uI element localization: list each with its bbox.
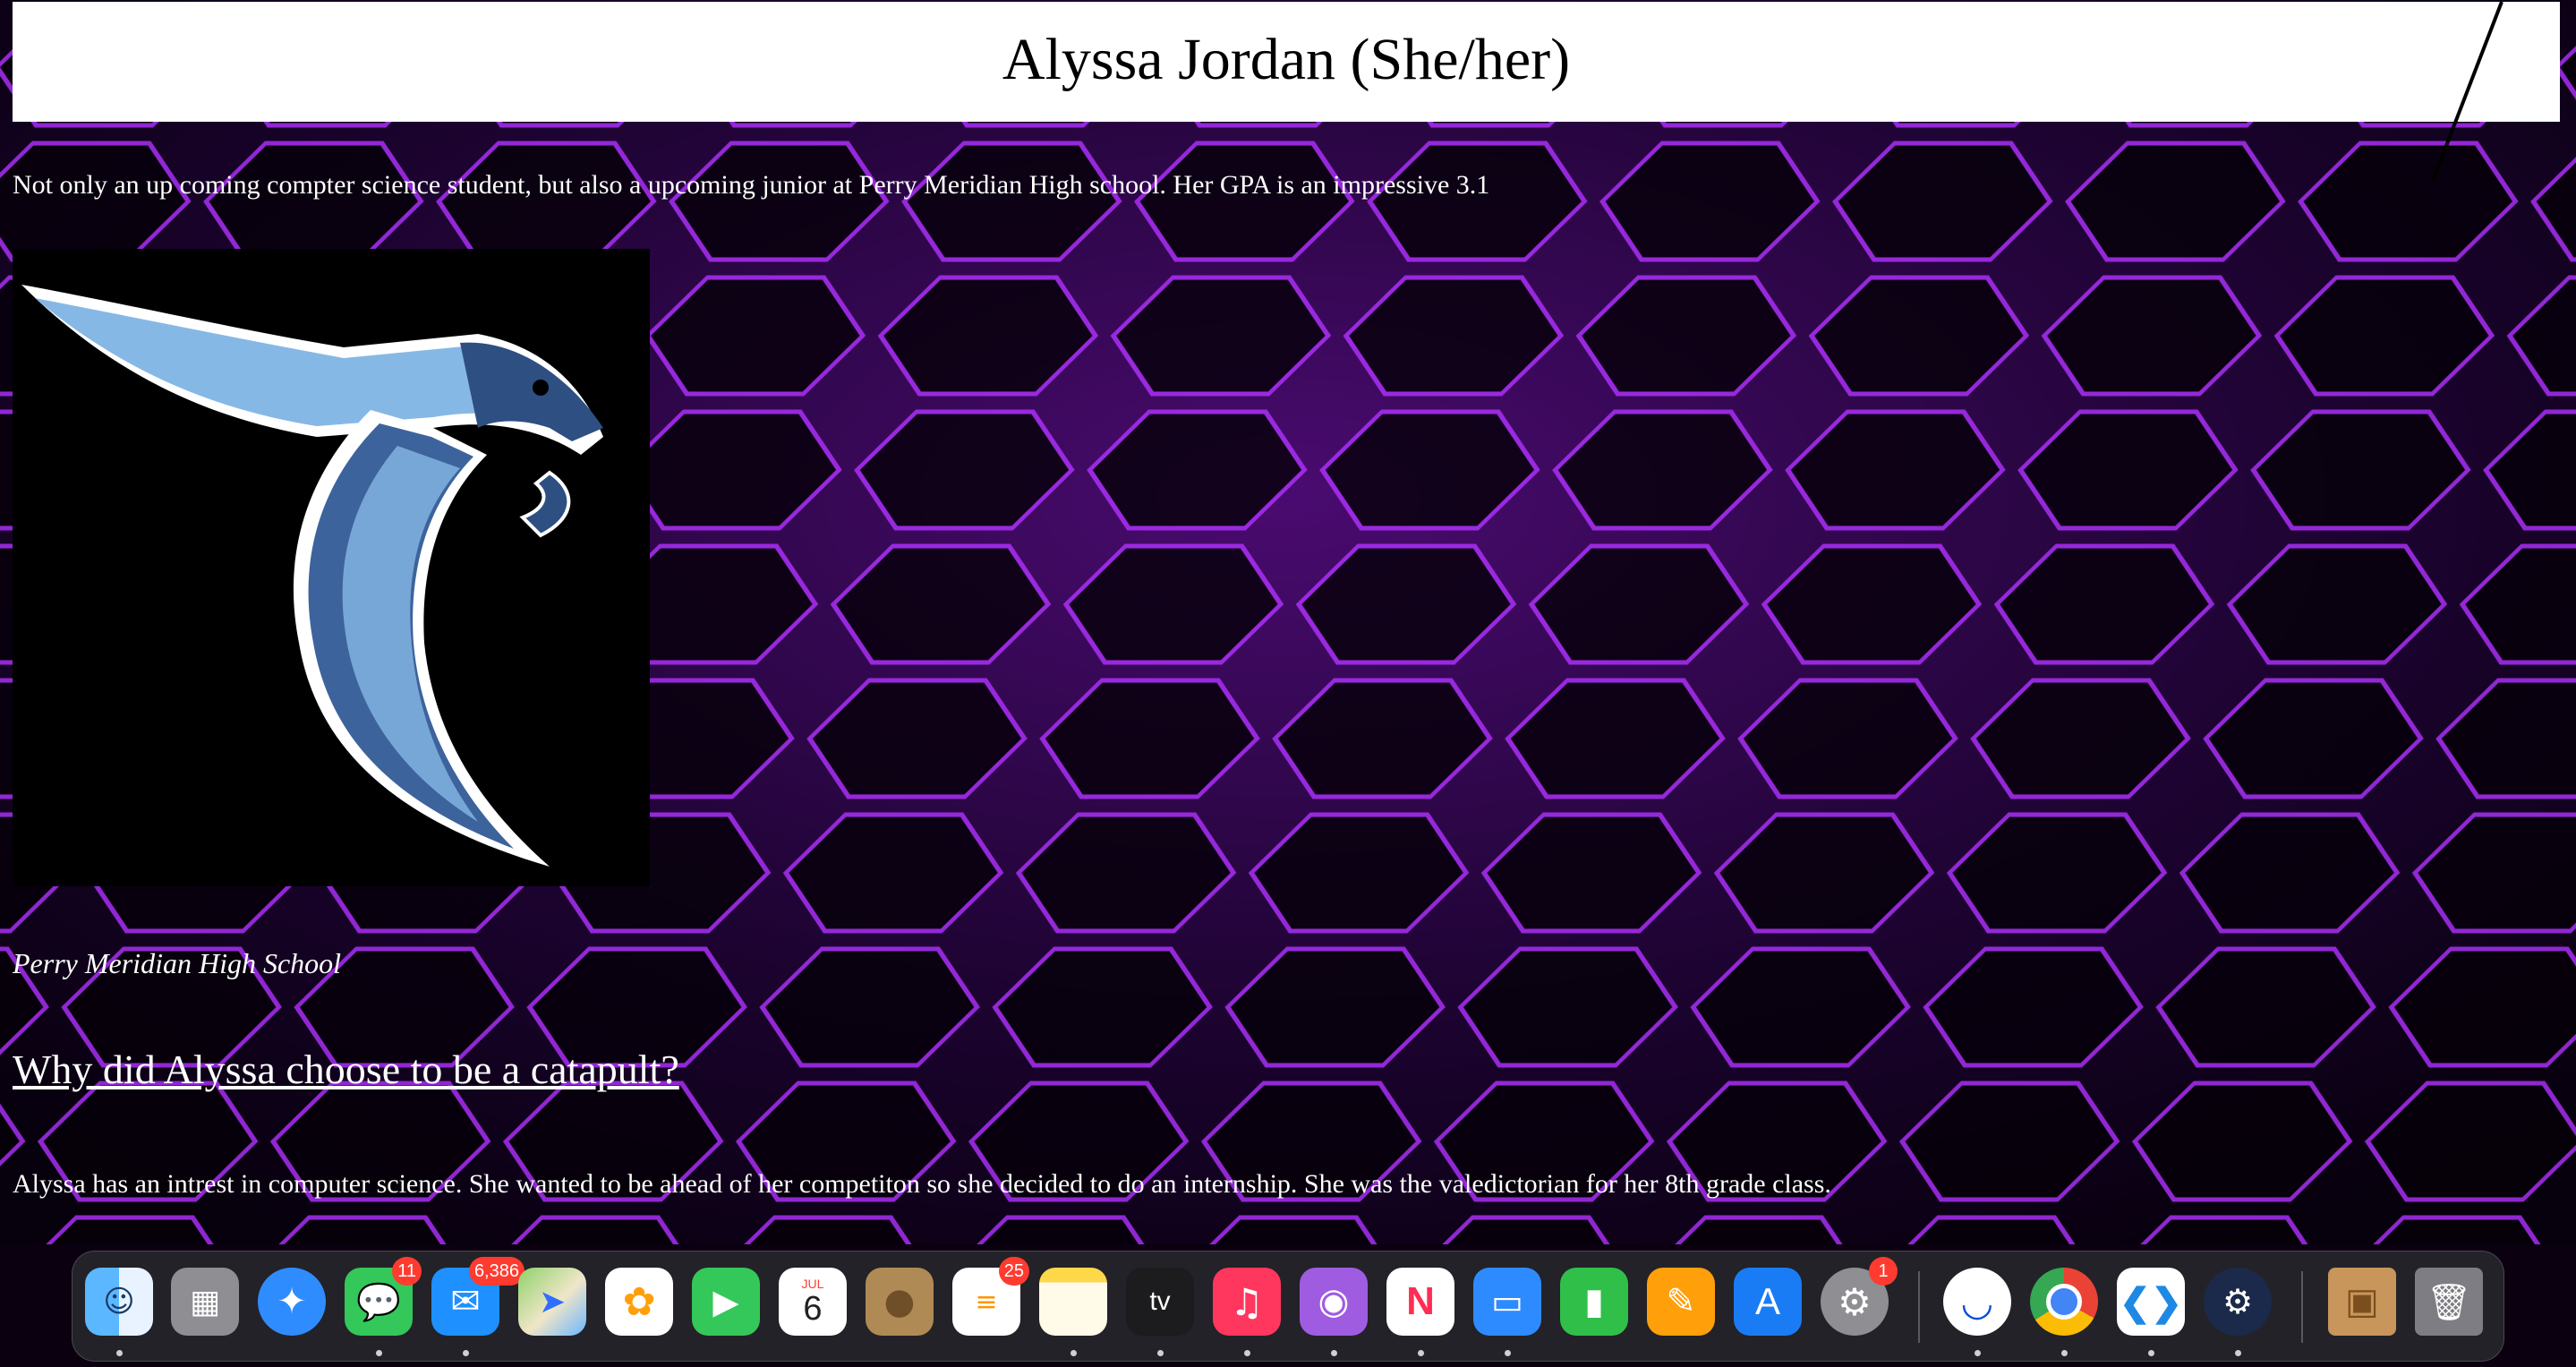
page-title: Alyssa Jordan (She/her) [1002,27,1571,92]
chrome-icon[interactable] [2030,1268,2098,1336]
calendar-month: JUL [801,1277,824,1291]
title-bar: Alyssa Jordan (She/her) [13,2,2560,122]
running-indicator [1070,1350,1077,1356]
package-icon[interactable]: ▣ [2328,1268,2396,1336]
launchpad-icon[interactable]: ▦ [171,1268,239,1336]
running-indicator [1505,1350,1511,1356]
running-indicator [116,1350,123,1356]
facetime-icon[interactable]: ▶ [692,1268,760,1336]
running-indicator [2061,1350,2068,1356]
photos-icon[interactable]: ✿ [605,1268,673,1336]
intro-text: Not only an up coming compter science st… [13,170,1490,200]
running-indicator [1331,1350,1337,1356]
steam-icon[interactable]: ⚙ [2204,1268,2272,1336]
trash-icon[interactable]: 🗑 [2415,1268,2483,1336]
vscode-icon[interactable]: ❮❯ [2117,1268,2185,1336]
running-indicator [376,1350,382,1356]
running-indicator [1244,1350,1250,1356]
contacts-icon[interactable]: ● [866,1268,934,1336]
safari-icon[interactable]: ✦ [258,1268,326,1336]
dock-separator [1918,1271,1920,1343]
notes-icon[interactable] [1039,1268,1107,1336]
apple-tv-icon[interactable]: tv [1126,1268,1194,1336]
numbers-icon[interactable]: ▮ [1560,1268,1628,1336]
running-indicator [1975,1350,1981,1356]
dock: ☺ ▦ ✦ 💬 11 ✉ 6,386 ➤ ✿ ▶ JUL 6 ● ≡ 25 tv [72,1251,2504,1362]
messages-icon[interactable]: 💬 11 [345,1257,422,1336]
keynote-icon[interactable]: ▭ [1473,1268,1541,1336]
logo-caption: Perry Meridian High School [13,947,342,979]
falcon-logo-icon [21,285,603,867]
system-preferences-icon[interactable]: ⚙ 1 [1821,1257,1898,1336]
body-paragraph: Alyssa has an intrest in computer scienc… [13,1169,1831,1199]
reminders-icon[interactable]: ≡ 25 [952,1257,1029,1336]
running-indicator [2148,1350,2154,1356]
tv-label: tv [1149,1286,1171,1316]
running-indicator [1418,1350,1424,1356]
app-store-icon[interactable]: A [1734,1268,1802,1336]
system-preferences-badge: 1 [1869,1257,1898,1286]
mail-badge: 6,386 [468,1257,525,1286]
podcasts-icon[interactable]: ◉ [1300,1268,1368,1336]
catapult-question-link[interactable]: Why did Alyssa choose to be a catapult? [13,1046,679,1093]
running-indicator [1157,1350,1164,1356]
calendar-day: 6 [803,1290,823,1328]
mail-icon[interactable]: ✉ 6,386 [431,1257,525,1336]
music-icon[interactable]: ♫ [1213,1268,1281,1336]
calendar-icon[interactable]: JUL 6 [779,1268,847,1336]
finder-icon[interactable]: ☺ [85,1268,153,1336]
pages-icon[interactable]: ✎ [1647,1268,1715,1336]
news-icon[interactable]: N [1386,1268,1454,1336]
school-logo-image [13,249,650,886]
running-indicator [2235,1350,2241,1356]
messages-badge: 11 [392,1257,422,1286]
webex-icon[interactable]: ◡ [1943,1268,2011,1336]
reminders-badge: 25 [998,1257,1029,1286]
running-indicator [463,1350,469,1356]
dock-separator [2301,1271,2303,1343]
maps-icon[interactable]: ➤ [518,1268,586,1336]
